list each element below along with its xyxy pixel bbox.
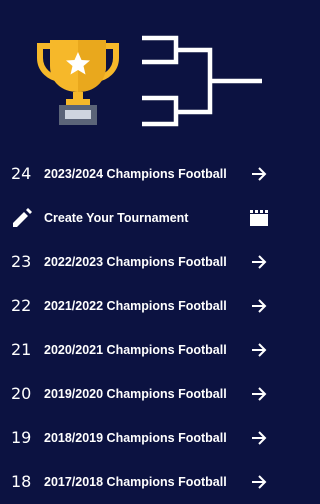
arrow-right-icon[interactable] (250, 341, 268, 359)
tournament-row[interactable]: 24 2023/2024 Champions Football (0, 152, 281, 196)
tournament-row[interactable]: 18 2017/2018 Champions Football (0, 460, 281, 504)
trophy-icon (37, 40, 119, 125)
tournament-label: 2023/2024 Champions Football (44, 167, 227, 181)
tournament-label: 2017/2018 Champions Football (44, 475, 227, 489)
tournament-row[interactable]: 23 2022/2023 Champions Football (0, 240, 281, 284)
arrow-right-icon[interactable] (250, 165, 268, 183)
season-number: 22 (11, 296, 32, 315)
season-number: 18 (11, 472, 32, 491)
create-tournament-label: Create Your Tournament (44, 211, 189, 225)
tournament-row[interactable]: 19 2018/2019 Champions Football (0, 416, 281, 460)
clapperboard-icon[interactable] (249, 209, 269, 227)
tournament-list: 24 2023/2024 Champions Football Create Y… (0, 152, 281, 504)
pencil-icon (13, 208, 32, 227)
tournament-row[interactable]: 22 2021/2022 Champions Football (0, 284, 281, 328)
arrow-right-icon[interactable] (250, 253, 268, 271)
arrow-right-icon[interactable] (250, 429, 268, 447)
season-number: 19 (11, 428, 32, 447)
tournament-label: 2019/2020 Champions Football (44, 387, 227, 401)
tournament-bracket-icon (142, 35, 262, 127)
season-number: 24 (11, 164, 32, 183)
header (0, 0, 281, 150)
arrow-right-icon[interactable] (250, 297, 268, 315)
season-number: 21 (11, 340, 32, 359)
tournament-label: 2022/2023 Champions Football (44, 255, 227, 269)
tournament-label: 2018/2019 Champions Football (44, 431, 227, 445)
arrow-right-icon[interactable] (250, 385, 268, 403)
create-tournament-row[interactable]: Create Your Tournament (0, 196, 281, 240)
tournament-label: 2021/2022 Champions Football (44, 299, 227, 313)
season-number: 20 (11, 384, 32, 403)
tournament-row[interactable]: 21 2020/2021 Champions Football (0, 328, 281, 372)
tournament-row[interactable]: 20 2019/2020 Champions Football (0, 372, 281, 416)
arrow-right-icon[interactable] (250, 473, 268, 491)
tournament-label: 2020/2021 Champions Football (44, 343, 227, 357)
season-number: 23 (11, 252, 32, 271)
